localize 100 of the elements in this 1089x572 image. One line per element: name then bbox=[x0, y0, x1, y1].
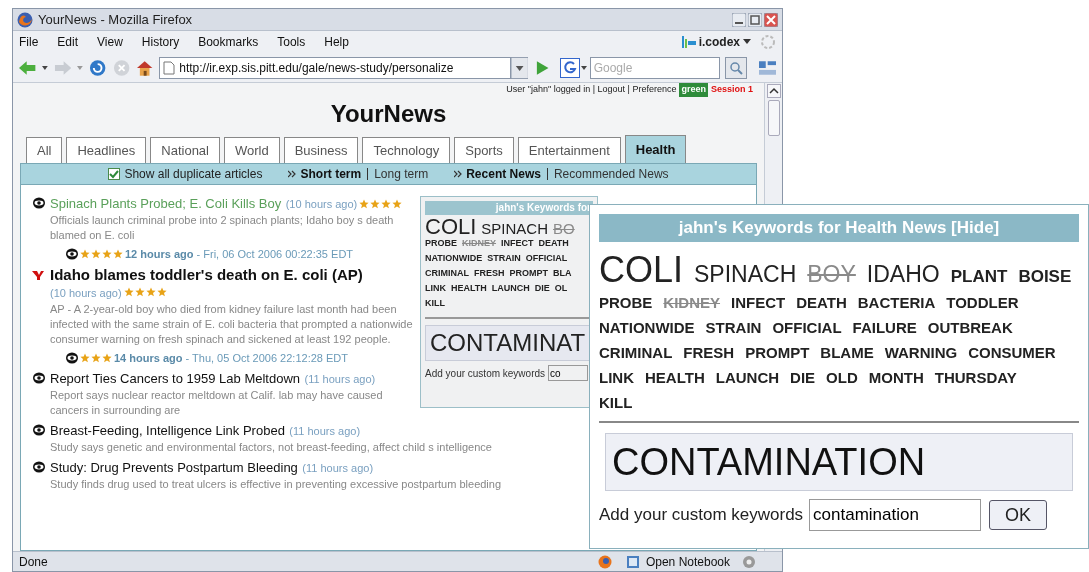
keyword[interactable]: FAILURE bbox=[852, 315, 917, 340]
tab[interactable]: Headlines bbox=[66, 137, 147, 163]
minimize-icon[interactable] bbox=[732, 12, 746, 27]
keyword[interactable]: COLI bbox=[599, 250, 684, 290]
keyword[interactable]: THURSDAY bbox=[934, 365, 1017, 390]
keyword[interactable]: BLA bbox=[553, 266, 572, 281]
keyword[interactable]: FRESH bbox=[683, 340, 735, 365]
keyword[interactable]: DEATH bbox=[796, 290, 847, 315]
keyword[interactable]: NATIONWIDE bbox=[599, 315, 695, 340]
article-title[interactable]: Breast-Feeding, Intelligence Link Probed bbox=[50, 423, 285, 438]
option-link[interactable]: Short term bbox=[300, 165, 362, 183]
keyword[interactable]: BACTERIA bbox=[857, 290, 936, 315]
keyword[interactable]: NATIONWIDE bbox=[425, 251, 483, 266]
keyword[interactable]: OFFICIAL bbox=[525, 251, 568, 266]
keyword[interactable]: OLD bbox=[826, 365, 858, 390]
menu-item[interactable]: Help bbox=[324, 33, 349, 51]
option-link[interactable]: Long term bbox=[374, 165, 429, 183]
menu-item[interactable]: File bbox=[19, 33, 39, 51]
keyword[interactable]: FRESH bbox=[474, 266, 505, 281]
checkbox[interactable] bbox=[108, 168, 121, 180]
eye-icon[interactable] bbox=[33, 197, 45, 209]
tab[interactable]: All bbox=[26, 137, 63, 163]
menu-item[interactable]: Bookmarks bbox=[198, 33, 259, 51]
tab[interactable]: Health bbox=[624, 135, 687, 163]
keyword[interactable]: LINK bbox=[599, 365, 634, 390]
address-bar[interactable]: http://ir.exp.sis.pitt.edu/gale/news-study/personalize bbox=[159, 56, 511, 79]
keyword-input[interactable]: co bbox=[548, 365, 589, 381]
keyword[interactable]: LINK bbox=[425, 281, 446, 296]
browser-logo-icon[interactable] bbox=[597, 554, 612, 569]
keyword[interactable]: WARNING bbox=[884, 340, 958, 365]
keyword[interactable]: SPINACH bbox=[694, 262, 797, 287]
keyword[interactable]: PROMPT bbox=[509, 266, 549, 281]
menu-item[interactable]: View bbox=[97, 33, 123, 51]
keyword[interactable]: INFECT bbox=[501, 236, 534, 251]
keyword[interactable]: IDAHO bbox=[866, 262, 940, 287]
tab[interactable]: Entertainment bbox=[517, 137, 621, 163]
scroll-up-icon[interactable] bbox=[766, 84, 781, 98]
keyword[interactable]: CRIMINAL bbox=[425, 266, 469, 281]
tab[interactable]: Business bbox=[283, 137, 359, 163]
eye-icon[interactable] bbox=[66, 351, 78, 364]
eye-icon[interactable] bbox=[33, 424, 45, 436]
source-logo-icon[interactable] bbox=[31, 268, 45, 281]
home-icon[interactable] bbox=[135, 58, 154, 77]
keyword[interactable]: HEALTH bbox=[451, 281, 487, 296]
keyword[interactable]: OFFICIAL bbox=[772, 315, 842, 340]
keyword[interactable]: KILL bbox=[599, 390, 633, 415]
toolbar-brand[interactable]: i.codex bbox=[698, 33, 740, 51]
search-icon[interactable] bbox=[724, 56, 747, 79]
menu-item[interactable]: History bbox=[141, 33, 180, 51]
keyword[interactable]: PROBE bbox=[599, 290, 653, 315]
eye-icon[interactable] bbox=[66, 248, 78, 261]
search-engine-icon[interactable] bbox=[559, 57, 580, 78]
keyword[interactable]: INFECT bbox=[731, 290, 786, 315]
keyword[interactable]: BOISE bbox=[1018, 264, 1072, 289]
keyword[interactable]: PROBE bbox=[425, 236, 457, 251]
eye-icon[interactable] bbox=[33, 372, 45, 384]
ok-button[interactable]: OK bbox=[989, 500, 1048, 530]
keyword[interactable]: LAUNCH bbox=[491, 281, 530, 296]
keyword[interactable]: BLAME bbox=[820, 340, 874, 365]
toolbar-icon[interactable] bbox=[758, 58, 776, 77]
go-icon[interactable] bbox=[534, 59, 550, 76]
keyword[interactable]: CRIMINAL bbox=[599, 340, 673, 365]
caret-icon[interactable] bbox=[580, 65, 587, 70]
maximize-icon[interactable] bbox=[748, 12, 762, 27]
keyword[interactable]: DIE bbox=[790, 365, 816, 390]
notebook-icon[interactable] bbox=[625, 554, 640, 569]
scrollbar-thumb[interactable] bbox=[767, 100, 780, 136]
menu-item[interactable]: Tools bbox=[277, 33, 306, 51]
keyword[interactable]: SPINACH bbox=[481, 221, 549, 236]
keyword[interactable]: STRAIN bbox=[705, 315, 762, 340]
article-title[interactable]: Study: Drug Prevents Postpartum Bleeding bbox=[50, 460, 298, 475]
keyword[interactable]: DEATH bbox=[538, 236, 569, 251]
keyword[interactable]: TODDLER bbox=[946, 290, 1019, 315]
keyword[interactable]: MONTH bbox=[868, 365, 924, 390]
keyword[interactable]: LAUNCH bbox=[715, 365, 780, 390]
search-field[interactable]: Google bbox=[589, 56, 720, 79]
notebook-link[interactable]: Open Notebook bbox=[645, 552, 730, 571]
keyword[interactable]: DIE bbox=[534, 281, 550, 296]
option-link[interactable]: Recent News bbox=[466, 165, 541, 183]
keyword[interactable]: CONSUMER bbox=[968, 340, 1056, 365]
reload-icon[interactable] bbox=[89, 58, 107, 77]
keyword[interactable]: PLANT bbox=[950, 264, 1008, 289]
keyword[interactable]: PROMPT bbox=[745, 340, 810, 365]
keyword[interactable]: STRAIN bbox=[487, 251, 521, 266]
tab[interactable]: Technology bbox=[362, 137, 451, 163]
caret-icon[interactable] bbox=[743, 39, 751, 45]
keyword[interactable]: COLI bbox=[425, 219, 477, 234]
keyword[interactable]: OL bbox=[554, 281, 568, 296]
keyword[interactable]: KILL bbox=[425, 296, 445, 311]
article-title[interactable]: Idaho blames toddler's death on E. coli (AP) bbox=[50, 265, 363, 283]
eye-icon[interactable] bbox=[33, 461, 45, 473]
tab[interactable]: National bbox=[150, 137, 220, 163]
article-title[interactable]: Report Ties Cancers to 1959 Lab Meltdown bbox=[50, 371, 301, 386]
keyword-input[interactable]: contamination bbox=[809, 499, 982, 531]
keyword[interactable]: OUTBREAK bbox=[927, 315, 1013, 340]
option-link[interactable]: Recommended News bbox=[553, 165, 669, 183]
tab[interactable]: World bbox=[224, 137, 280, 163]
keyword[interactable]: HEALTH bbox=[645, 365, 705, 390]
menu-item[interactable]: Edit bbox=[57, 33, 79, 51]
close-icon[interactable] bbox=[764, 12, 778, 27]
